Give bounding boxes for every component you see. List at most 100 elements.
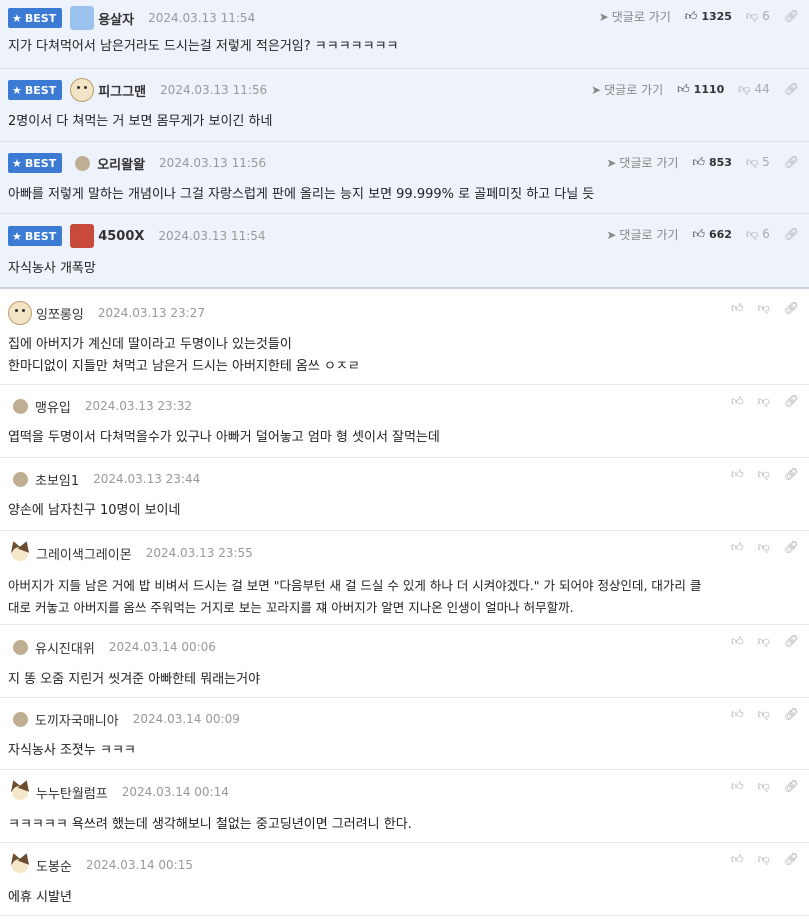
link-icon[interactable]: 🔗︎	[784, 467, 799, 481]
upvote-button[interactable]: 👍︎	[731, 707, 744, 722]
go-to-reply-link[interactable]: ➤ 댓글로 가기	[606, 154, 678, 171]
thumbs-up-icon: 👍︎	[677, 81, 690, 96]
nickname[interactable]: 그레이색그레이몬	[36, 544, 132, 563]
avatar[interactable]	[13, 711, 28, 727]
star-icon: ★	[12, 156, 22, 170]
comment: 잉쪼롱잉 2024.03.13 23:27 👍︎ 👎︎ 🔗︎ 집에 아버지가 계…	[0, 292, 809, 385]
go-to-reply-link[interactable]: ➤ 댓글로 가기	[591, 81, 663, 98]
comment-text: 아빠를 저렇게 말하는 개념이나 그걸 자랑스럽게 판에 올리는 능지 보면 9…	[8, 187, 595, 202]
avatar[interactable]	[8, 541, 32, 565]
link-icon[interactable]: 🔗︎	[784, 634, 799, 648]
link-icon[interactable]: 🔗︎	[784, 540, 799, 554]
comment: 맹유입 2024.03.13 23:32 👍︎ 👎︎ 🔗︎ 엽떡을 두명이서 다…	[0, 385, 809, 458]
comment-date: 2024.03.13 23:32	[84, 399, 192, 413]
upvote-button[interactable]: 👍︎ 1325	[685, 9, 732, 24]
link-icon[interactable]: 🔗︎	[784, 227, 799, 241]
link-icon[interactable]: 🔗︎	[784, 852, 799, 866]
downvote-button[interactable]: 👎︎ 6	[746, 9, 770, 24]
upvote-button[interactable]: 👍︎	[731, 779, 744, 794]
go-to-reply-link[interactable]: ➤ 댓글로 가기	[599, 8, 671, 25]
downvote-button[interactable]: 👎︎ 6	[746, 227, 770, 242]
link-icon[interactable]: 🔗︎	[784, 707, 799, 721]
comment-text: 양손에 남자친구 10명이 보이네	[8, 503, 181, 518]
downvote-button[interactable]: 👎︎ 44	[738, 82, 769, 97]
comment: 그레이색그레이몬 2024.03.13 23:55 👍︎ 👎︎ 🔗︎ 아버지가 …	[0, 531, 809, 625]
link-icon[interactable]: 🔗︎	[784, 301, 799, 315]
comment: 초보임1 2024.03.13 23:44 👍︎ 👎︎ 🔗︎ 양손에 남자친구 …	[0, 458, 809, 531]
avatar[interactable]	[8, 301, 32, 325]
nickname[interactable]: 오리왈왈	[97, 154, 145, 173]
nickname[interactable]: 잉쪼롱잉	[36, 304, 84, 323]
upvote-button[interactable]: 👍︎	[731, 852, 744, 867]
downvote-button[interactable]: 👎︎	[758, 707, 770, 722]
best-comment: ★ BEST 4500X 2024.03.13 11:54 ➤ 댓글로 가기 👍︎ 6…	[0, 214, 809, 287]
avatar[interactable]	[13, 471, 28, 487]
avatar[interactable]	[13, 398, 28, 414]
thumbs-up-icon: 👍︎	[684, 8, 698, 23]
comment-date: 2024.03.13 11:56	[159, 156, 267, 170]
nickname[interactable]: 4500X	[98, 229, 144, 244]
avatar[interactable]	[75, 155, 91, 171]
thumbs-down-icon: 👎︎	[745, 8, 759, 23]
best-badge: ★ BEST	[8, 153, 63, 173]
comment: 도봉순 2024.03.14 00:15 👍︎ 👎︎ 🔗︎ 에휴 시발년	[0, 843, 809, 916]
nickname[interactable]: 초보임1	[35, 470, 79, 489]
nickname[interactable]: 맹유입	[35, 397, 71, 416]
upvote-button[interactable]: 👍︎	[731, 540, 744, 555]
upvote-button[interactable]: 👍︎	[731, 634, 744, 649]
link-icon[interactable]: 🔗︎	[784, 155, 799, 169]
avatar[interactable]	[70, 224, 95, 248]
downvote-button[interactable]: 👎︎	[758, 394, 770, 409]
comment-text: 지가 다쳐먹어서 남은거라도 드시는걸 저렇게 적은거임? ㅋㅋㅋㅋㅋㅋㅋ	[8, 39, 399, 54]
nickname[interactable]: 도끼자국매니아	[35, 710, 119, 729]
comment: 누누탄월럼프 2024.03.14 00:14 👍︎ 👎︎ 🔗︎ ㅋㅋㅋㅋㅋ 욕…	[0, 770, 809, 843]
nickname[interactable]: 누누탄월럼프	[36, 783, 108, 802]
avatar[interactable]	[70, 6, 95, 30]
downvote-button[interactable]: 👎︎	[758, 540, 770, 555]
arrow-icon: ➤	[606, 227, 617, 242]
comment-date: 2024.03.13 11:56	[160, 83, 268, 97]
avatar[interactable]	[70, 78, 95, 102]
comment-date: 2024.03.13 11:54	[158, 229, 266, 243]
downvote-button[interactable]: 👎︎	[758, 852, 770, 867]
upvote-button[interactable]: 👍︎	[731, 467, 744, 482]
upvote-button[interactable]: 👍︎ 1110	[677, 82, 724, 97]
comment-text: 에휴 시발년	[8, 890, 72, 905]
comment-date: 2024.03.13 23:55	[145, 546, 253, 560]
link-icon[interactable]: 🔗︎	[784, 9, 799, 23]
best-badge: ★ BEST	[8, 80, 63, 100]
downvote-button[interactable]: 👎︎	[758, 301, 770, 316]
star-icon: ★	[12, 11, 22, 25]
upvote-button[interactable]: 👍︎ 853	[692, 155, 732, 170]
comment-list: 잉쪼롱잉 2024.03.13 23:27 👍︎ 👎︎ 🔗︎ 집에 아버지가 계…	[0, 289, 809, 916]
comment-date: 2024.03.13 23:27	[97, 306, 205, 320]
star-icon: ★	[12, 83, 22, 97]
avatar[interactable]	[8, 853, 32, 877]
comment-text: 2명이서 다 쳐먹는 거 보면 몸무게가 보이긴 하네	[8, 114, 273, 129]
best-badge: ★ BEST	[8, 8, 63, 28]
nickname[interactable]: 유시진대위	[35, 638, 95, 657]
avatar[interactable]	[8, 780, 32, 804]
comment-text: 엽떡을 두명이서 다쳐먹을수가 있구나 아빠거 덜어놓고 엄마 형 셋이서 잘먹…	[8, 430, 440, 445]
link-icon[interactable]: 🔗︎	[784, 779, 799, 793]
upvote-button[interactable]: 👍︎	[731, 301, 744, 316]
avatar[interactable]	[13, 639, 28, 655]
thumbs-up-icon: 👍︎	[692, 154, 705, 169]
downvote-button[interactable]: 👎︎	[758, 634, 770, 649]
downvote-button[interactable]: 👎︎	[758, 779, 770, 794]
downvote-button[interactable]: 👎︎ 5	[746, 155, 770, 170]
upvote-button[interactable]: 👍︎	[731, 394, 744, 409]
nickname[interactable]: 도봉순	[36, 856, 72, 875]
downvote-button[interactable]: 👎︎	[758, 467, 770, 482]
best-comment: ★ BEST 용살자 2024.03.13 11:54 ➤ 댓글로 가기 👍︎ 132…	[0, 0, 809, 69]
go-to-reply-link[interactable]: ➤ 댓글로 가기	[606, 226, 678, 243]
thumbs-up-icon: 👍︎	[692, 226, 705, 241]
link-icon[interactable]: 🔗︎	[784, 394, 799, 408]
link-icon[interactable]: 🔗︎	[784, 82, 799, 96]
best-badge: ★ BEST	[8, 226, 63, 246]
arrow-icon: ➤	[598, 9, 609, 24]
nickname[interactable]: 용살자	[98, 9, 134, 28]
nickname[interactable]: 피그그맨	[98, 81, 146, 100]
upvote-button[interactable]: 👍︎ 662	[692, 227, 732, 242]
comment-date: 2024.03.14 00:06	[108, 640, 216, 654]
